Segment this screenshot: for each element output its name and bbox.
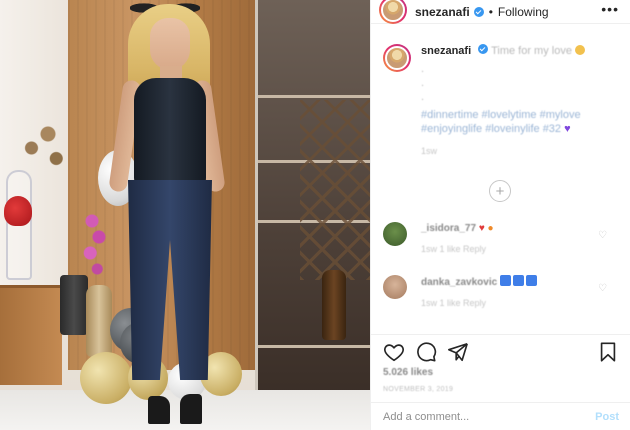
caption-body: snezanafi Time for my love . . . #dinner… [421,44,619,158]
add-comment-bar: Post [371,402,630,430]
caption-text: Time for my love [491,45,572,57]
photo-gold-vase [86,285,112,357]
post-date: NOVEMBER 3, 2019 [383,386,454,393]
photo-orchid [78,205,113,285]
comment-body: danka_zavkovic 1sw 1 like Reply [421,275,591,310]
author-avatar[interactable] [379,0,407,24]
purple-heart-icon: ♥ [564,123,571,135]
emoji-icon [499,275,511,286]
post-side-panel: snezanafi • Following ••• snezanafi Time… [370,0,630,430]
photo-face [150,18,190,70]
post-actions [371,334,630,368]
post-photo[interactable] [0,0,370,430]
verified-icon [478,44,489,54]
caption-avatar[interactable] [383,44,411,72]
commenter-username[interactable]: _isidora_77 [421,223,476,234]
comment-like-icon[interactable]: ♡ [598,283,607,294]
comment-like-icon[interactable]: ♡ [598,230,607,241]
photo-bodysuit [134,78,206,188]
caption-time: 1sw [421,146,438,156]
heart-icon[interactable] [383,341,405,363]
comment-meta: 1sw 1 like Reply [421,298,487,308]
caption-hashtags[interactable]: #dinnertime #lovelytime #mylove #enjoyin… [421,109,581,135]
following-button[interactable]: Following [498,5,549,19]
caption-dot: . [421,63,425,75]
photo-shelf [258,345,370,348]
photo-bottle [322,270,346,340]
comment-icon[interactable] [415,341,437,363]
photo-shelf [258,95,370,98]
author-username[interactable]: snezanafi [415,5,470,19]
emoji-icon [512,275,524,286]
share-icon[interactable] [447,341,469,363]
comment-input[interactable] [383,410,583,423]
header-separator: • [488,4,493,19]
more-options-icon[interactable]: ••• [601,2,619,16]
instagram-post: snezanafi • Following ••• snezanafi Time… [0,0,630,430]
caption-username[interactable]: snezanafi [421,45,471,57]
post-header: snezanafi • Following ••• [371,0,630,24]
load-more-comments-icon[interactable]: + [489,180,511,202]
commenter-avatar[interactable] [383,222,407,246]
likes-count[interactable]: 5.026 likes [383,367,433,378]
comment-body: _isidora_77 ♥ ● 1sw 1 like Reply [421,222,591,256]
photo-shoe [148,396,170,424]
red-heart-icon: ♥ [478,223,485,234]
commenter-avatar[interactable] [383,275,407,299]
caption: snezanafi Time for my love . . . #dinner… [383,44,619,158]
commenter-username[interactable]: danka_zavkovic [421,277,497,288]
caption-dot: . [421,77,425,89]
bookmark-icon[interactable] [597,341,619,363]
photo-shoe [180,394,202,424]
comment-item: _isidora_77 ♥ ● 1sw 1 like Reply ♡ [383,222,619,256]
emoji-icon: ● [487,223,494,234]
caption-dots: . . . [421,62,619,104]
comment-meta: 1sw 1 like Reply [421,244,487,254]
photo-red-rose [4,196,32,226]
verified-icon [473,6,484,17]
caption-dot: . [421,91,425,103]
post-comment-button[interactable]: Post [595,411,619,423]
smiley-emoji-icon [575,45,586,55]
photo-balloon [80,352,132,404]
photo-sideboard [0,285,62,385]
emoji-icon [525,275,537,286]
photo-wine-rack [300,100,370,280]
comment-item: danka_zavkovic 1sw 1 like Reply ♡ [383,275,619,310]
